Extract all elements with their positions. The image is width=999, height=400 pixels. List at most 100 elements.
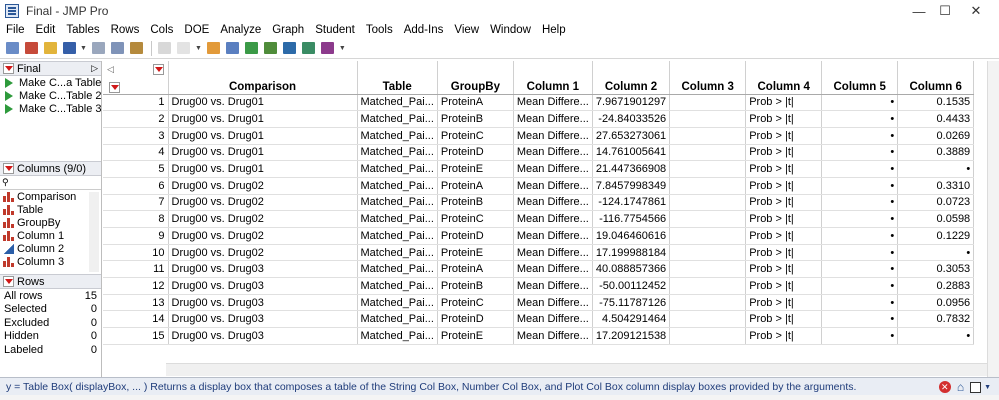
table-cell[interactable]: 0.3053 xyxy=(897,260,975,279)
grid-corner[interactable]: ◁ xyxy=(103,61,169,95)
table-cell[interactable]: • xyxy=(821,110,899,128)
run-script-icon[interactable] xyxy=(5,90,13,101)
table-cell[interactable]: Prob > |t| xyxy=(745,327,823,345)
table-cell[interactable]: • xyxy=(821,127,899,145)
close-button[interactable]: ✕ xyxy=(953,0,999,22)
table-cell[interactable]: Mean Differe... xyxy=(513,160,593,178)
table-cell[interactable]: Prob > |t| xyxy=(745,294,823,312)
table-cell[interactable]: Drug00 vs. Drug01 xyxy=(168,110,358,128)
collapse-arrow-icon[interactable]: ▷ xyxy=(91,63,98,74)
table-cell[interactable] xyxy=(669,177,747,195)
table-cell[interactable]: Prob > |t| xyxy=(745,210,823,228)
table-cell[interactable]: ProteinB xyxy=(437,194,514,212)
table-cell[interactable]: Matched_Pai... xyxy=(357,244,438,262)
menu-tools[interactable]: Tools xyxy=(366,24,393,36)
table-cell[interactable]: • xyxy=(821,310,899,329)
table-cell[interactable]: ProteinD xyxy=(437,144,514,162)
table-row[interactable]: 5 Drug00 vs. Drug01 Matched_Pai... ProteinE… xyxy=(103,160,975,178)
lock-icon[interactable] xyxy=(175,40,193,56)
column-header[interactable]: Comparison xyxy=(168,61,358,95)
table-row[interactable]: 7 Drug00 vs. Drug02 Matched_Pai... ProteinB… xyxy=(103,194,975,212)
table-cell[interactable]: Mean Differe... xyxy=(513,294,593,312)
table-cell[interactable]: 17.209121538 xyxy=(592,327,671,345)
fit-model-icon[interactable] xyxy=(281,40,299,56)
table-cell[interactable]: Drug00 vs. Drug02 xyxy=(168,227,358,245)
graph-builder-icon[interactable] xyxy=(300,40,318,56)
table-script-item[interactable]: Make C...Table 3 xyxy=(0,102,102,115)
save-icon[interactable] xyxy=(60,40,78,56)
grid-horizontal-scrollbar[interactable] xyxy=(166,363,987,376)
table-row[interactable]: 4 Drug00 vs. Drug01 Matched_Pai... ProteinD… xyxy=(103,144,975,162)
table-cell[interactable]: Drug00 vs. Drug01 xyxy=(168,94,358,112)
table-cell[interactable]: 0.0956 xyxy=(897,294,975,312)
table-cell[interactable]: Drug00 vs. Drug01 xyxy=(168,160,358,178)
run-script-icon[interactable] xyxy=(5,103,13,114)
table-cell[interactable]: Mean Differe... xyxy=(513,94,593,112)
table-cell[interactable]: Matched_Pai... xyxy=(357,310,438,329)
menu-rows[interactable]: Rows xyxy=(111,24,140,36)
menu-cols[interactable]: Cols xyxy=(150,24,173,36)
new-data-table-icon[interactable] xyxy=(22,40,40,56)
table-cell[interactable]: Prob > |t| xyxy=(745,110,823,128)
toolbar-caret-icon[interactable]: ▼ xyxy=(339,45,346,52)
journal-icon[interactable] xyxy=(156,40,174,56)
fit-y-by-x-icon[interactable] xyxy=(262,40,280,56)
table-panel-header[interactable]: Final ▷ xyxy=(0,61,101,76)
table-cell[interactable]: 21.447366908 xyxy=(592,160,671,178)
menu-graph[interactable]: Graph xyxy=(272,24,304,36)
table-cell[interactable]: Matched_Pai... xyxy=(357,177,438,195)
column-header[interactable]: Column 4 xyxy=(745,61,823,95)
table-cell[interactable]: • xyxy=(821,194,899,212)
open-folder-icon[interactable] xyxy=(41,40,59,56)
table-row[interactable]: 11 Drug00 vs. Drug03 Matched_Pai... Protein… xyxy=(103,260,975,279)
table-cell[interactable]: 0.2883 xyxy=(897,277,975,295)
table-cell[interactable]: ProteinE xyxy=(437,160,514,178)
column-list-item[interactable]: Table xyxy=(0,203,101,216)
column-search-box[interactable]: ⚲ xyxy=(0,176,101,190)
table-cell[interactable] xyxy=(669,227,747,245)
control-chart-icon[interactable] xyxy=(319,40,337,56)
table-cell[interactable]: • xyxy=(821,227,899,245)
table-cell[interactable]: Prob > |t| xyxy=(745,260,823,279)
table-cell[interactable]: Drug00 vs. Drug01 xyxy=(168,127,358,145)
table-row[interactable]: 14 Drug00 vs. Drug03 Matched_Pai... Protein… xyxy=(103,310,975,329)
table-cell[interactable]: ProteinD xyxy=(437,310,514,329)
column-header[interactable]: Column 2 xyxy=(592,61,671,95)
table-cell[interactable]: • xyxy=(897,327,975,345)
table-cell[interactable]: ProteinB xyxy=(437,277,514,295)
table-cell[interactable]: -75.11787126 xyxy=(592,294,671,312)
row-number[interactable]: 7 xyxy=(103,194,169,212)
table-row[interactable]: 3 Drug00 vs. Drug01 Matched_Pai... ProteinC… xyxy=(103,127,975,145)
table-cell[interactable]: Matched_Pai... xyxy=(357,160,438,178)
table-row[interactable]: 2 Drug00 vs. Drug01 Matched_Pai... ProteinB… xyxy=(103,110,975,128)
table-cell[interactable]: Matched_Pai... xyxy=(357,260,438,279)
row-number[interactable]: 4 xyxy=(103,144,169,162)
menu-edit[interactable]: Edit xyxy=(36,24,56,36)
table-cell[interactable]: Drug00 vs. Drug02 xyxy=(168,244,358,262)
new-script-icon[interactable] xyxy=(3,40,21,56)
menu-doe[interactable]: DOE xyxy=(184,24,209,36)
row-red-triangle-icon[interactable] xyxy=(109,82,120,93)
table-cell[interactable]: 0.0598 xyxy=(897,210,975,228)
table-cell[interactable]: Prob > |t| xyxy=(745,127,823,145)
table-cell[interactable]: Drug00 vs. Drug02 xyxy=(168,177,358,195)
table-cell[interactable]: ProteinC xyxy=(437,127,514,145)
column-header[interactable]: Column 1 xyxy=(513,61,593,95)
table-cell[interactable]: Drug00 vs. Drug02 xyxy=(168,194,358,212)
table-cell[interactable] xyxy=(669,244,747,262)
distribution-icon[interactable] xyxy=(243,40,261,56)
table-cell[interactable]: ProteinE xyxy=(437,327,514,345)
corner-arrow-icon[interactable]: ◁ xyxy=(107,64,114,75)
table-cell[interactable] xyxy=(669,277,747,295)
column-list-item[interactable]: Comparison xyxy=(0,190,101,203)
menu-add-ins[interactable]: Add-Ins xyxy=(404,24,444,36)
menu-student[interactable]: Student xyxy=(315,24,355,36)
data-grid-icon[interactable] xyxy=(205,40,223,56)
table-cell[interactable]: • xyxy=(821,277,899,295)
table-cell[interactable]: ProteinC xyxy=(437,294,514,312)
table-cell[interactable]: • xyxy=(821,160,899,178)
table-cell[interactable]: Prob > |t| xyxy=(745,227,823,245)
table-cell[interactable] xyxy=(669,110,747,128)
table-script-item[interactable]: Make C...Table 2 xyxy=(0,89,102,102)
menu-help[interactable]: Help xyxy=(542,24,566,36)
